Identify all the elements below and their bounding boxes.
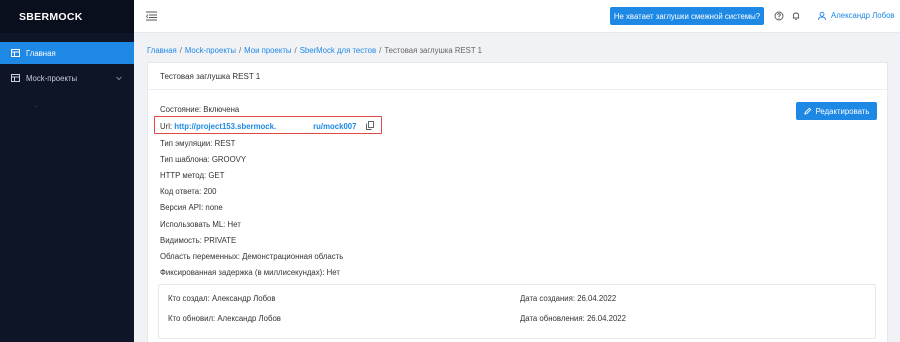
sidebar-item-home[interactable]: Главная: [0, 42, 134, 64]
field-emulation-type: Тип эмуляции: REST: [160, 139, 236, 148]
home-icon: [11, 49, 20, 57]
missing-stub-button[interactable]: Не хватает заглушки смежной системы?: [610, 7, 764, 25]
pencil-icon: [803, 107, 812, 115]
sidebar-item-label: Главная: [26, 48, 56, 58]
field-visibility: Видимость: PRIVATE: [160, 236, 237, 245]
breadcrumb-my-projects[interactable]: Мои проекты: [244, 46, 291, 55]
field-template-type: Тип шаблона: GROOVY: [160, 155, 247, 164]
audit-info-panel: Кто создал: Александр Лобов Кто обновил:…: [158, 284, 876, 339]
folder-icon: [11, 74, 20, 82]
url-link[interactable]: http://project153.sbermock.: [174, 122, 276, 131]
field-http-method: HTTP метод: GET: [160, 171, 225, 180]
created-by: Кто создал: Александр Лобов: [168, 294, 276, 303]
sidebar-item-mock-projects[interactable]: Mock-проекты: [0, 67, 134, 89]
field-use-ml: Использовать ML: Нет: [160, 220, 241, 229]
user-name[interactable]: Александр Лобов: [831, 11, 895, 20]
field-url: Url: http://project153.sbermock. ru/mock0…: [160, 121, 374, 131]
logo-bar: SBERMOCK: [0, 0, 134, 33]
breadcrumb-project[interactable]: SberMock для тестов: [300, 46, 376, 55]
updated-by: Кто обновил: Александр Лобов: [168, 314, 281, 323]
sidebar: SBERMOCK Главная Mock-проекты: [0, 0, 134, 342]
field-api-version: Версия API: none: [160, 203, 223, 212]
updated-date: Дата обновления: 26.04.2022: [520, 314, 626, 323]
chevron-down-icon[interactable]: [115, 74, 123, 82]
field-state: Состояние: Включена: [160, 105, 240, 114]
stub-details-card: Тестовая заглушка REST 1 Редактировать С…: [147, 62, 888, 342]
help-icon[interactable]: [774, 11, 784, 21]
bell-icon[interactable]: [791, 11, 801, 21]
sidebar-divider: [35, 106, 37, 107]
copy-icon[interactable]: [365, 121, 374, 130]
edit-button-label: Редактировать: [815, 106, 870, 116]
app-logo[interactable]: SBERMOCK: [19, 11, 83, 23]
url-label: Url:: [160, 122, 175, 131]
breadcrumb-mock-projects[interactable]: Mock-проекты: [185, 46, 236, 55]
url-link-end[interactable]: ru/mock007: [313, 122, 356, 131]
field-fixed-delay: Фиксированная задержка (в миллисекундах)…: [160, 268, 340, 277]
created-date: Дата создания: 26.04.2022: [520, 294, 617, 303]
sidebar-item-label: Mock-проекты: [26, 73, 78, 83]
field-variable-scope: Область переменных: Демонстрационная обл…: [160, 252, 344, 261]
breadcrumb-current: Тестовая заглушка REST 1: [384, 46, 482, 55]
menu-toggle-icon[interactable]: [145, 11, 157, 21]
topbar: Не хватает заглушки смежной системы? Але…: [134, 0, 900, 33]
breadcrumb: Главная / Mock-проекты / Мои проекты / SberMoc…: [147, 46, 482, 55]
field-response-code: Код ответа: 200: [160, 187, 217, 196]
user-icon[interactable]: [817, 11, 827, 21]
card-title: Тестовая заглушка REST 1: [148, 63, 887, 90]
edit-button[interactable]: Редактировать: [796, 102, 877, 120]
breadcrumb-home[interactable]: Главная: [147, 46, 177, 55]
